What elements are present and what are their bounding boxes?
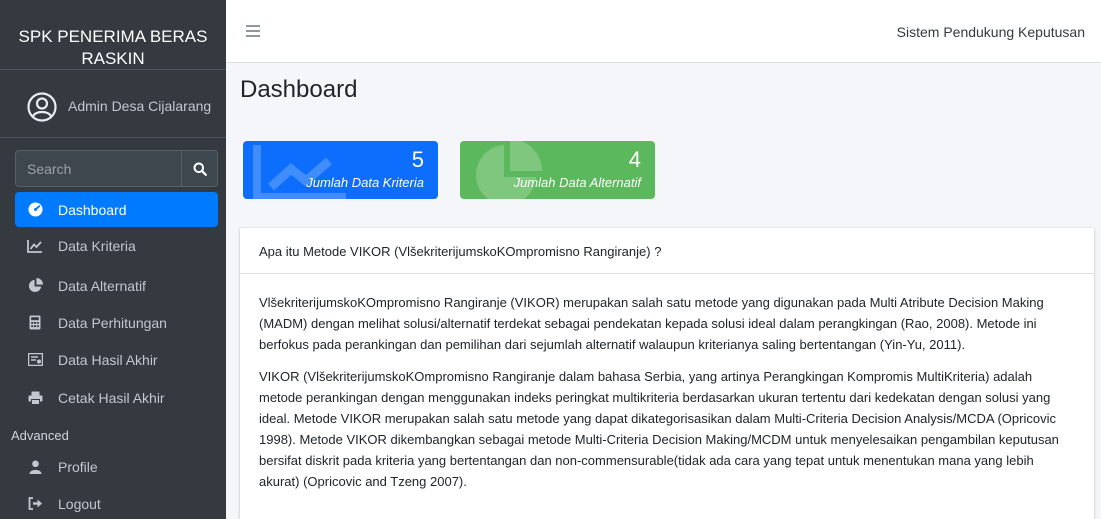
chart-line-icon (253, 145, 346, 199)
info-box-value: 4 (628, 147, 641, 172)
info-box-value: 5 (411, 147, 424, 172)
logout-icon (27, 496, 43, 512)
sidebar-item-data-perhitungan[interactable]: Data Perhitungan (15, 305, 218, 340)
info-box-kriteria[interactable]: 5 Jumlah Data Kriteria (243, 141, 438, 199)
user-panel: Admin Desa Cijalarang (0, 86, 226, 138)
sidebar-item-data-alternatif[interactable]: Data Alternatif (15, 268, 218, 303)
calculator-icon (27, 315, 43, 331)
card-paragraph: VIKOR (VlšekriterijumskoKOmpromisno Rang… (259, 369, 1059, 489)
user-avatar-icon (27, 92, 57, 122)
page-title: Dashboard (240, 76, 358, 103)
chart-pie-icon (476, 141, 542, 199)
sidebar-item-cetak-hasil-akhir[interactable]: Cetak Hasil Akhir (15, 380, 218, 415)
info-box-label: Jumlah Data Kriteria (306, 175, 424, 190)
sidebar-item-dashboard[interactable]: Dashboard (15, 192, 218, 227)
sidebar-item-profile[interactable]: Profile (15, 449, 218, 484)
brand[interactable]: SPK PENERIMA BERAS RASKIN (0, 0, 226, 70)
sidebar-item-logout[interactable]: Logout (15, 486, 218, 519)
search-icon (193, 162, 207, 176)
sidebar: SPK PENERIMA BERAS RASKIN Admin Desa Cij… (0, 0, 226, 519)
card-header: Apa itu Metode VIKOR (VlšekriterijumskoK… (240, 228, 1094, 274)
print-icon (27, 390, 43, 406)
brand-title-line1: SPK PENERIMA BERAS (18, 27, 208, 46)
sidebar-item-label: Data Perhitungan (58, 314, 167, 331)
brand-title-line2: RASKIN (81, 49, 145, 68)
sidebar-item-label: Logout (58, 495, 101, 512)
sidebar-item-data-kriteria[interactable]: Data Kriteria (15, 228, 218, 263)
certificate-icon (27, 352, 43, 368)
search-input[interactable] (16, 151, 182, 186)
vikor-info-card: Apa itu Metode VIKOR (VlšekriterijumskoK… (240, 228, 1094, 519)
sidebar-item-data-hasil-akhir[interactable]: Data Hasil Akhir (15, 342, 218, 377)
sidebar-search (15, 150, 218, 187)
system-title: Sistem Pendukung Keputusan (896, 24, 1085, 40)
menu-toggle-icon[interactable] (246, 25, 260, 37)
sidebar-item-label: Data Alternatif (58, 277, 146, 294)
sidebar-item-label: Dashboard (58, 201, 127, 218)
info-box-alternatif[interactable]: 4 Jumlah Data Alternatif (460, 141, 655, 199)
sidebar-item-label: Data Hasil Akhir (58, 351, 158, 368)
dashboard-icon (27, 202, 43, 218)
card-body: VlšekriterijumskoKOmpromisno Rangiranje … (240, 274, 1094, 492)
sidebar-item-label: Data Kriteria (58, 237, 136, 254)
chart-pie-icon (27, 278, 43, 294)
top-navbar: Sistem Pendukung Keputusan (226, 0, 1101, 63)
info-box-label: Jumlah Data Alternatif (513, 175, 641, 190)
user-name-link[interactable]: Admin Desa Cijalarang (68, 98, 211, 114)
sidebar-item-label: Cetak Hasil Akhir (58, 389, 165, 406)
search-button[interactable] (181, 151, 217, 186)
chart-line-icon (27, 238, 43, 254)
sidebar-section-advanced: Advanced (11, 428, 69, 443)
user-icon (27, 459, 43, 475)
sidebar-item-label: Profile (58, 458, 98, 475)
card-paragraph: VlšekriterijumskoKOmpromisno Rangiranje … (259, 295, 1044, 352)
